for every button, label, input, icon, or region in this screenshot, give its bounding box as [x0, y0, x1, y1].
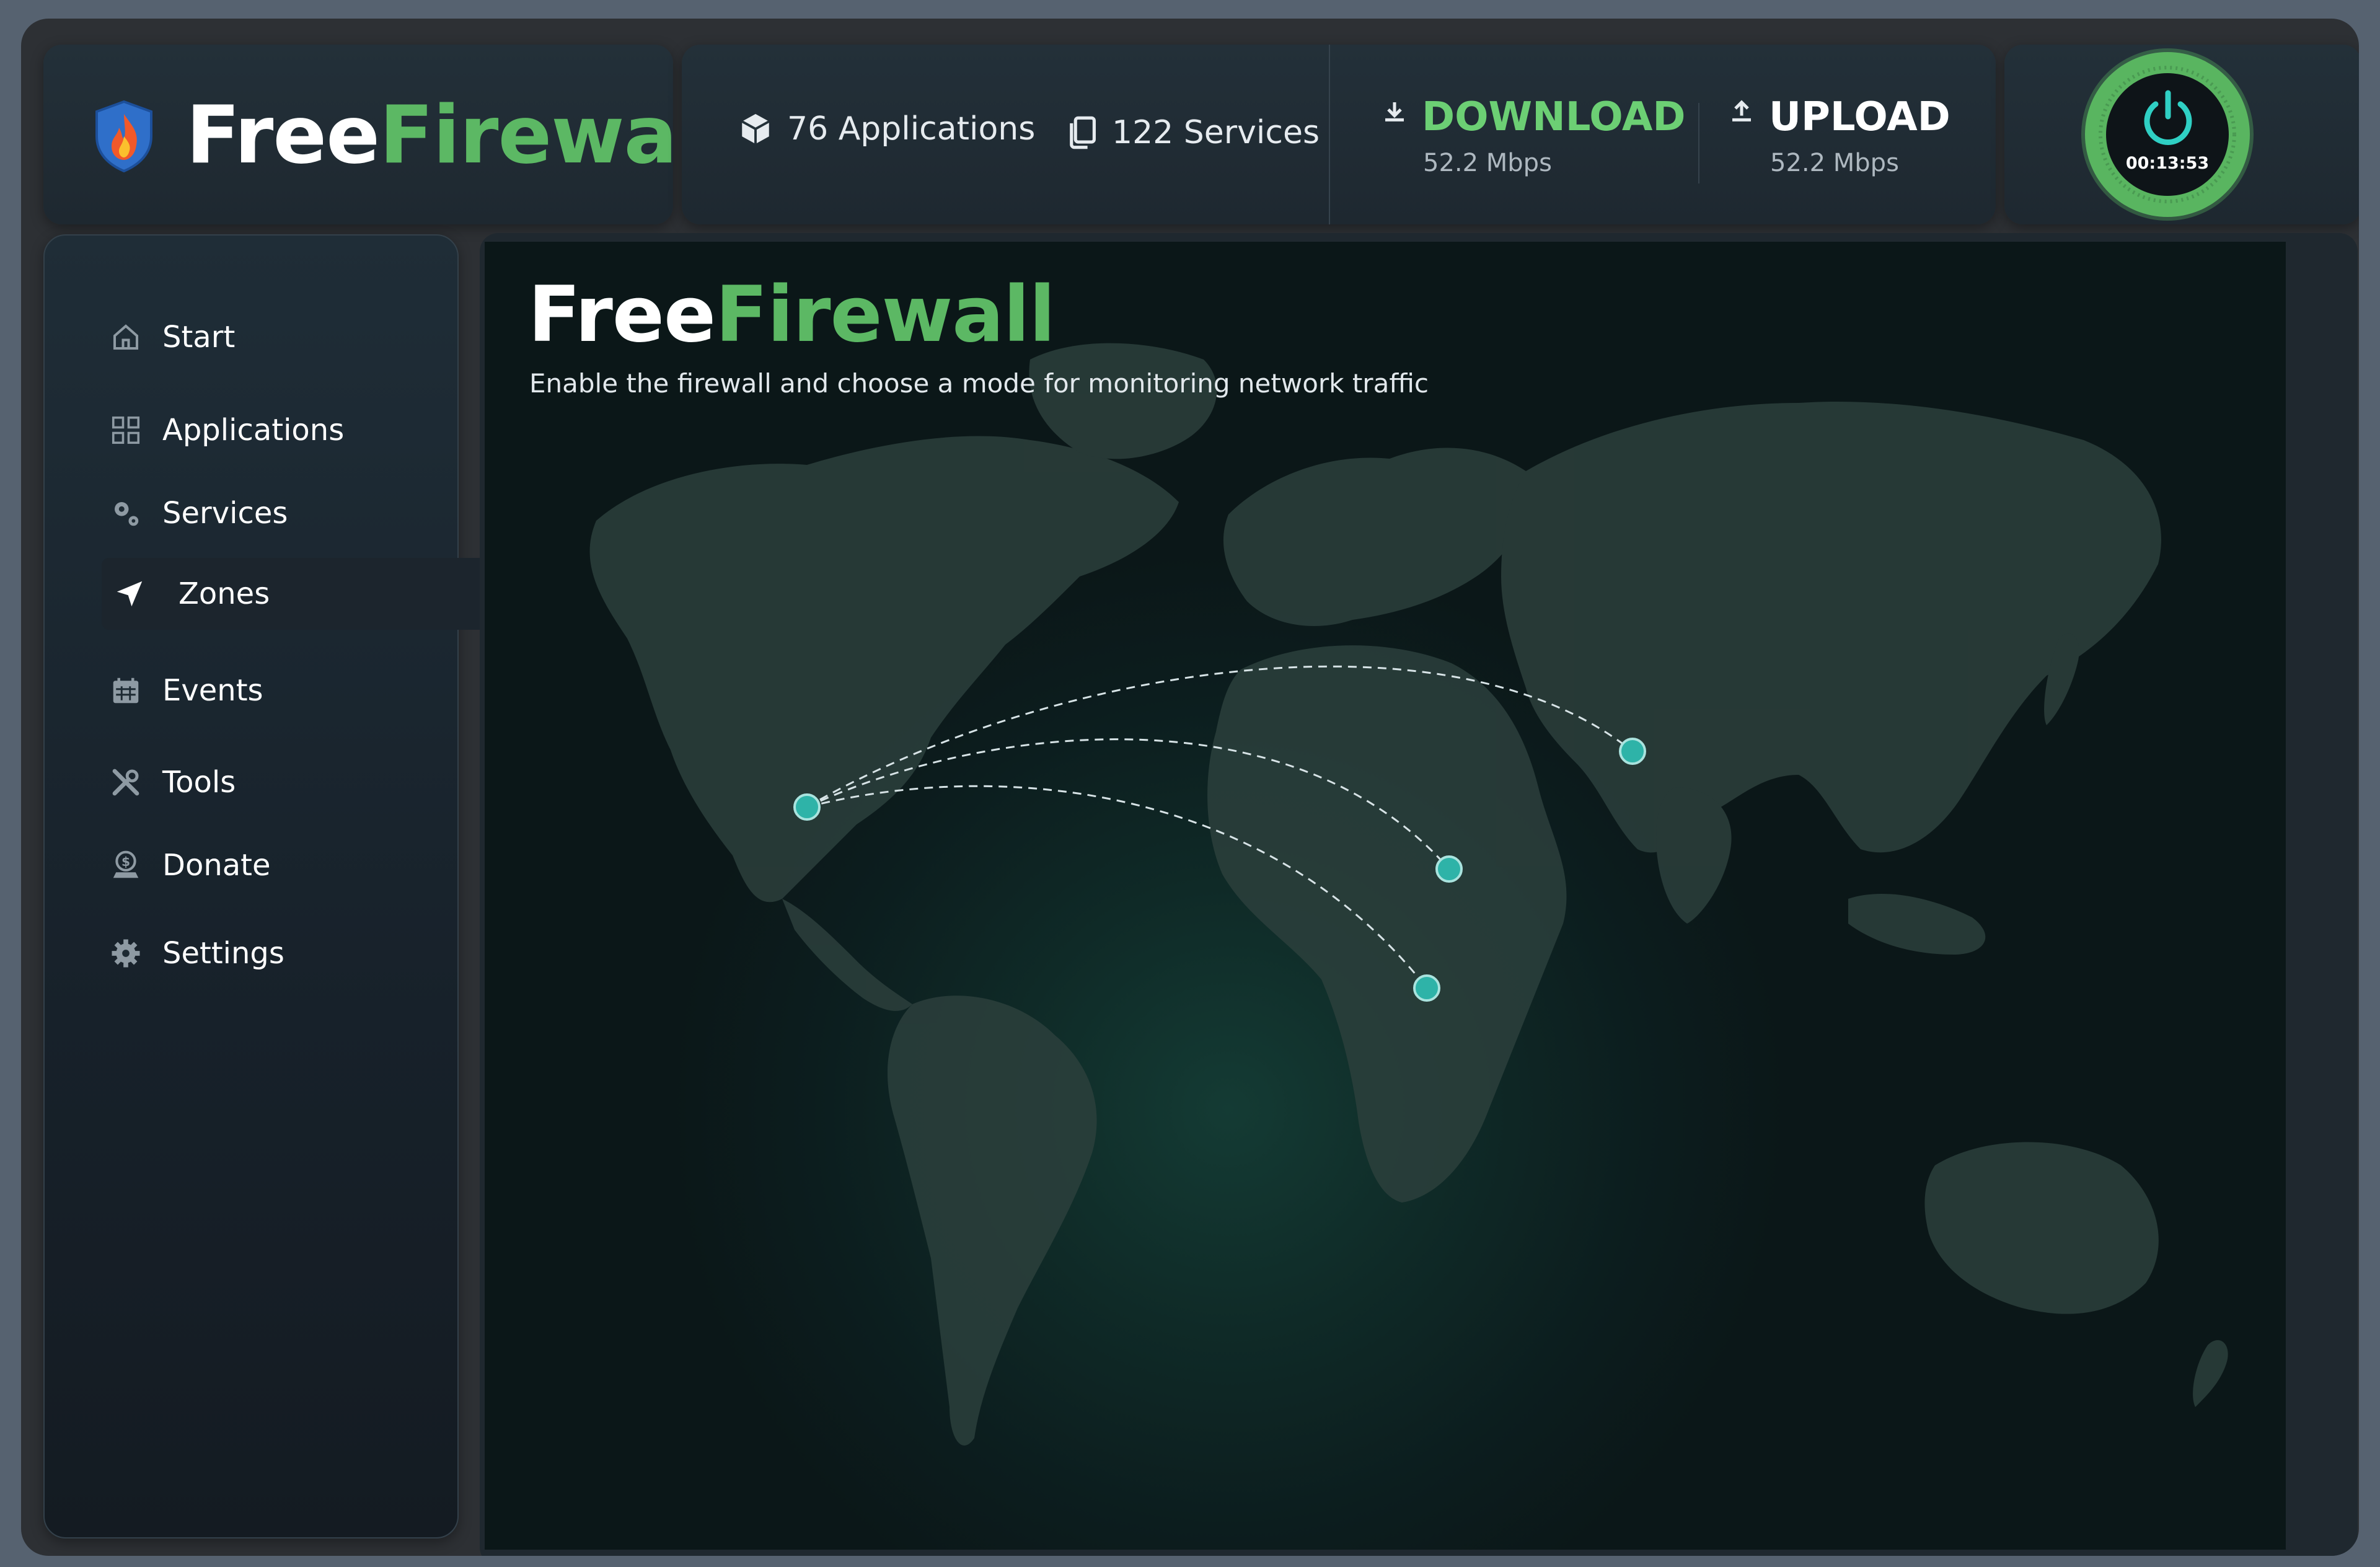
download-icon	[1385, 102, 1404, 121]
tools-icon	[112, 769, 139, 796]
sidebar-item-donate[interactable]: $ Donate	[82, 829, 478, 901]
zone-node[interactable]	[1619, 738, 1646, 765]
home-icon	[113, 324, 139, 350]
sidebar-item-services[interactable]: Services	[82, 477, 478, 549]
sidebar-item-label: Events	[162, 673, 263, 708]
sidebar-item-zones[interactable]: Zones	[102, 558, 506, 630]
donate-icon: $	[113, 850, 139, 878]
services-count[interactable]: 122 Services	[1066, 114, 1320, 151]
sidebar-item-label: Start	[162, 320, 236, 355]
sidebar-item-label: Tools	[162, 765, 236, 800]
zone-node[interactable]	[793, 793, 821, 821]
sidebar-item-tools[interactable]: Tools	[82, 746, 478, 818]
download-title: DOWNLOAD	[1422, 94, 1686, 140]
download-rate: DOWNLOAD 52.2 Mbps	[1382, 94, 1686, 177]
navigation-arrow-icon	[117, 581, 143, 607]
upload-rate: UPLOAD 52.2 Mbps	[1729, 94, 1950, 177]
world-map	[589, 343, 2228, 1446]
zones-map-panel: FreeFirewall Enable the firewall and cho…	[485, 242, 2286, 1550]
title-firewall: Firewall	[715, 270, 1056, 360]
continents	[589, 343, 2228, 1446]
sidebar-item-label: Settings	[162, 936, 284, 971]
sidebar-item-events[interactable]: Events	[82, 655, 478, 726]
download-value: 52.2 Mbps	[1423, 149, 1552, 177]
applications-label: 76 Applications	[787, 110, 1036, 148]
uptime-timer: 00:13:53	[2125, 154, 2210, 173]
brand-firewall: Firewall	[379, 89, 731, 182]
svg-text:$: $	[121, 854, 130, 869]
sidebar-item-settings[interactable]: Settings	[82, 917, 478, 989]
gear-icon	[112, 939, 140, 968]
copy-icon	[1070, 116, 1096, 149]
services-label: 122 Services	[1112, 114, 1320, 151]
cube-icon	[741, 113, 770, 144]
divider	[1698, 103, 1699, 183]
sidebar-item-label: Applications	[162, 413, 345, 448]
sidebar-item-label: Zones	[178, 576, 270, 611]
power-icon	[2144, 90, 2192, 145]
zone-node[interactable]	[1413, 974, 1440, 1002]
sidebar-item-label: Donate	[162, 848, 271, 883]
sidebar: Start Applications Services Zones Events…	[43, 234, 506, 1538]
power-card: 00:13:53	[2004, 45, 2359, 224]
logo-card: FreeFirewall	[43, 45, 731, 224]
zone-node[interactable]	[1435, 855, 1463, 883]
calendar-icon	[113, 678, 139, 704]
upload-value: 52.2 Mbps	[1770, 149, 1899, 177]
app-brand: FreeFirewall	[186, 89, 731, 182]
power-toggle-button[interactable]: 00:13:53	[2085, 52, 2250, 217]
brand-free: Free	[186, 89, 380, 182]
sidebar-item-start[interactable]: Start	[82, 301, 478, 373]
applications-count[interactable]: 76 Applications	[738, 110, 1035, 148]
stats-card: 76 Applications 122 Services DOWNLOAD 52…	[682, 45, 1996, 224]
divider	[1329, 45, 1330, 224]
shield-fire-icon	[95, 100, 152, 172]
sidebar-item-label: Services	[162, 496, 288, 531]
page-title: FreeFirewall	[528, 270, 1056, 360]
grid-icon	[112, 416, 140, 444]
upload-title: UPLOAD	[1769, 94, 1950, 140]
gears-icon	[115, 502, 139, 526]
page-subtitle: Enable the firewall and choose a mode fo…	[529, 368, 1429, 399]
sidebar-item-applications[interactable]: Applications	[82, 394, 478, 466]
upload-icon	[1732, 100, 1751, 121]
title-free: Free	[528, 270, 716, 360]
